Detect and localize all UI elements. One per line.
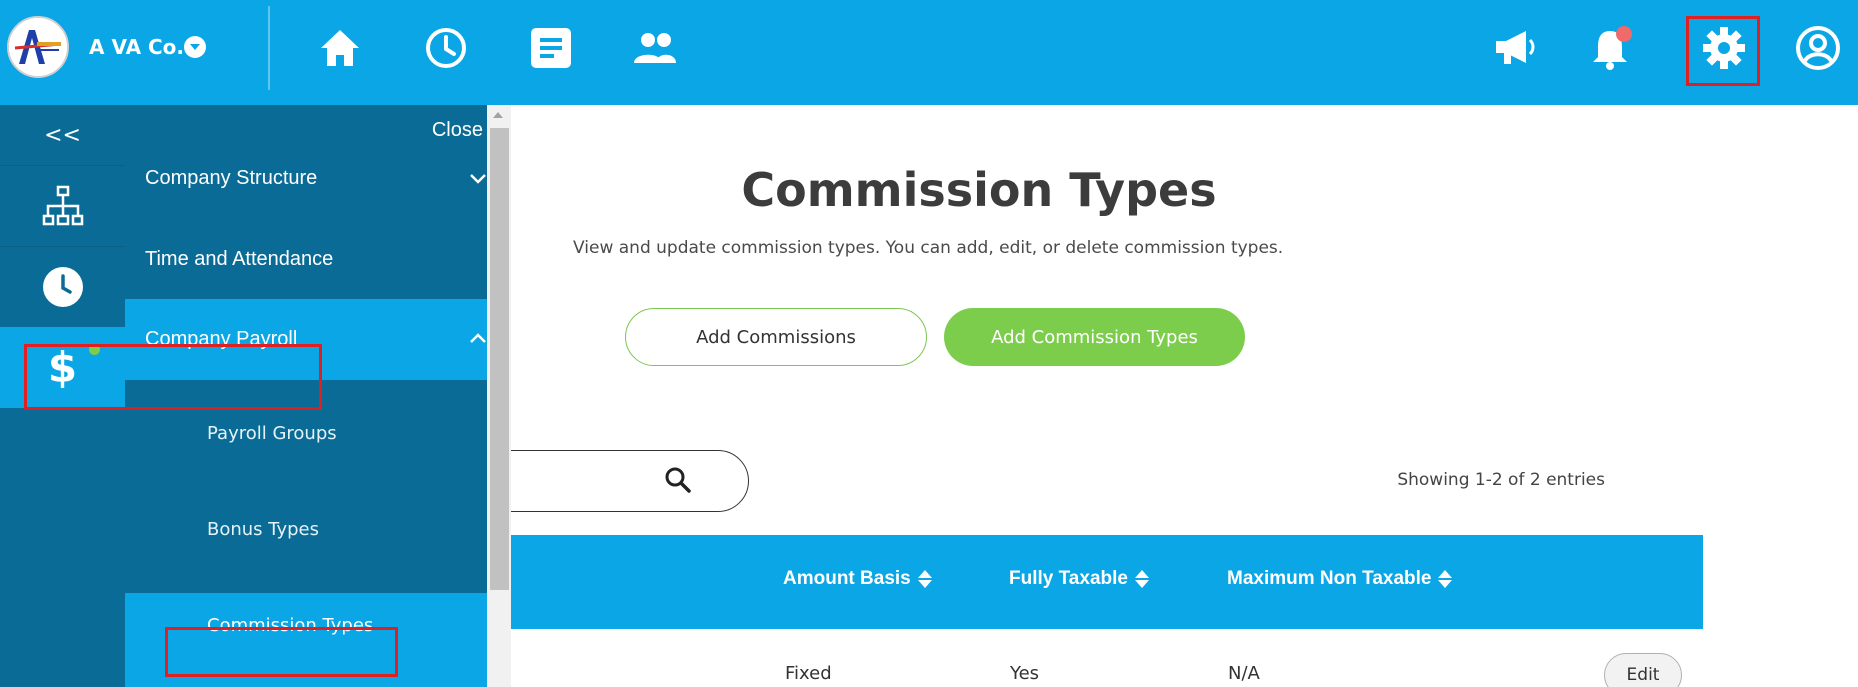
sort-icon[interactable] [917, 569, 932, 589]
top-divider [268, 6, 270, 90]
edit-button[interactable]: Edit [1604, 653, 1682, 687]
sub-item-label: Bonus Types [207, 518, 319, 540]
main-content: Commission Types View and update commiss… [511, 105, 1858, 687]
sort-icon[interactable] [1134, 569, 1149, 589]
menu-item-label: Company Structure [145, 167, 318, 189]
logo-graphic [9, 18, 67, 76]
megaphone-icon[interactable] [1486, 20, 1542, 76]
company-name[interactable]: A VA Co. [89, 35, 184, 59]
cell-fully-taxable: Yes [1010, 663, 1040, 684]
scroll-up-icon[interactable] [493, 112, 503, 118]
clock-icon[interactable] [418, 20, 474, 76]
top-bar: A VA Co. [0, 0, 1858, 105]
sub-item-payroll-groups[interactable]: Payroll Groups [125, 401, 487, 465]
column-header-fully-taxable[interactable]: Fully Taxable [1009, 568, 1149, 590]
entries-count: Showing 1-2 of 2 entries [1397, 470, 1605, 490]
search-input[interactable] [511, 450, 749, 512]
sort-icon[interactable] [1438, 569, 1453, 589]
add-commission-types-button[interactable]: Add Commission Types [944, 308, 1245, 366]
cell-max-non-taxable: N/A [1228, 663, 1260, 684]
sub-item-bonus-types[interactable]: Bonus Types [125, 497, 487, 561]
page-title: Commission Types [741, 163, 1217, 217]
home-icon[interactable] [312, 20, 368, 76]
clock-rail-icon[interactable] [0, 247, 125, 327]
column-label: Maximum Non Taxable [1227, 568, 1432, 589]
sub-item-label: Payroll Groups [207, 422, 337, 444]
company-dropdown-icon[interactable] [184, 36, 206, 58]
org-structure-icon[interactable] [0, 166, 125, 246]
cell-amount-basis: Fixed [785, 663, 832, 684]
menu-item-time-attendance[interactable]: Time and Attendance [125, 219, 487, 299]
search-icon[interactable] [664, 466, 692, 494]
page-description: View and update commission types. You ca… [573, 238, 1284, 258]
bell-icon[interactable] [1584, 20, 1640, 76]
document-icon[interactable] [523, 20, 579, 76]
table-header: Amount Basis Fully Taxable Maximum Non T… [511, 535, 1703, 629]
column-header-amount-basis[interactable]: Amount Basis [783, 568, 932, 590]
menu-item-label: Time and Attendance [145, 247, 334, 270]
chevron-down-icon [470, 174, 486, 184]
user-icon[interactable] [1790, 20, 1846, 76]
company-payroll-highlight-box [24, 344, 322, 410]
commission-types-highlight-box [165, 627, 398, 677]
column-label: Fully Taxable [1009, 568, 1128, 589]
notification-dot [1616, 26, 1632, 42]
column-header-max-non-taxable[interactable]: Maximum Non Taxable [1227, 568, 1453, 590]
collapse-button[interactable]: << [0, 105, 125, 165]
menu-item-company-structure[interactable]: Company Structure [125, 139, 487, 218]
add-commissions-button[interactable]: Add Commissions [625, 308, 927, 366]
chevron-up-icon [470, 333, 486, 343]
gear-highlight-box [1686, 16, 1760, 86]
column-label: Amount Basis [783, 568, 911, 589]
scrollbar-thumb[interactable] [490, 128, 509, 590]
company-logo[interactable] [7, 16, 69, 78]
people-icon[interactable] [627, 20, 683, 76]
